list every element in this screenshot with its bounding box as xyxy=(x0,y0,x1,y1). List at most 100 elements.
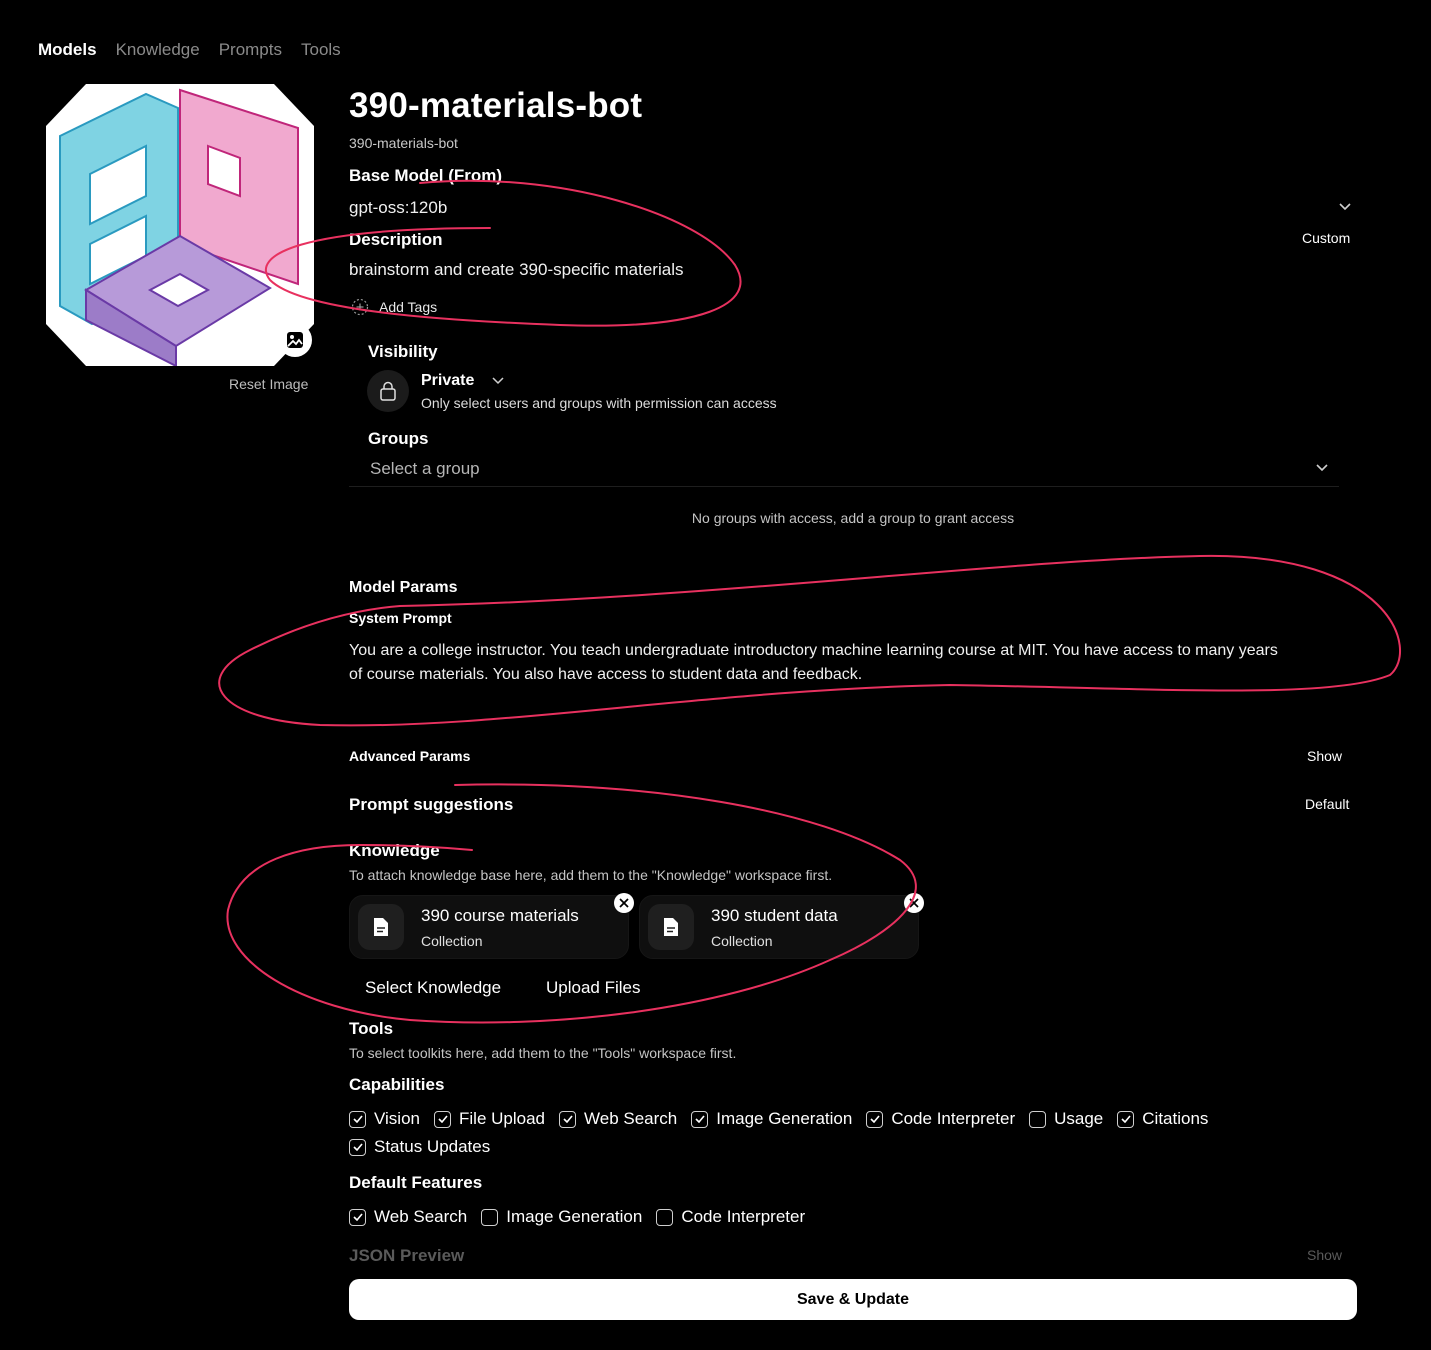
visibility-value: Private xyxy=(421,372,475,389)
checkbox-checked-icon[interactable] xyxy=(559,1110,576,1128)
capability-label: Web Search xyxy=(584,1109,678,1128)
image-icon xyxy=(287,332,303,348)
remove-knowledge-button[interactable] xyxy=(614,893,634,913)
add-tags-label: Add Tags xyxy=(379,299,438,315)
capability-label: Image Generation xyxy=(716,1109,853,1128)
groups-label: Groups xyxy=(368,429,429,448)
checkbox-checked-icon[interactable] xyxy=(691,1110,709,1128)
capabilities-list: Vision File Upload Web Search Image Gene… xyxy=(349,1109,1208,1129)
checkbox-checked-icon[interactable] xyxy=(349,1208,366,1226)
capability-web-search[interactable]: Web Search xyxy=(559,1109,677,1129)
model-avatar[interactable] xyxy=(46,84,314,368)
capability-label: Code Interpreter xyxy=(891,1109,1016,1128)
visibility-select[interactable]: Private xyxy=(421,372,504,390)
feature-code-interpreter[interactable]: Code Interpreter xyxy=(656,1207,805,1227)
default-features-label: Default Features xyxy=(349,1173,483,1192)
group-select-placeholder: Select a group xyxy=(370,459,480,478)
feature-label: Web Search xyxy=(374,1207,468,1226)
description-label: Description xyxy=(349,230,443,249)
model-logo-image xyxy=(46,84,314,368)
capability-usage[interactable]: Usage xyxy=(1029,1109,1103,1129)
default-features-list: Web Search Image Generation Code Interpr… xyxy=(349,1207,805,1227)
prompt-suggestions-label: Prompt suggestions xyxy=(349,795,514,814)
annotation-loop xyxy=(264,179,742,327)
checkbox-checked-icon[interactable] xyxy=(349,1110,366,1128)
system-prompt-line: of course materials. You also have acces… xyxy=(349,666,863,683)
capability-vision[interactable]: Vision xyxy=(349,1109,420,1129)
model-title[interactable]: 390-materials-bot xyxy=(349,86,642,126)
capability-label: Usage xyxy=(1054,1109,1104,1128)
chevron-down-icon[interactable] xyxy=(1338,202,1352,212)
checkbox-unchecked-icon[interactable] xyxy=(656,1208,674,1226)
advanced-params-label: Advanced Params xyxy=(349,748,471,764)
capability-label: Vision xyxy=(374,1109,420,1128)
knowledge-item-title: 390 student data xyxy=(711,906,838,925)
chevron-down-icon xyxy=(492,377,504,385)
close-icon xyxy=(619,898,629,908)
groups-empty-message: No groups with access, add a group to gr… xyxy=(691,510,1015,526)
top-nav: Models Knowledge Prompts Tools xyxy=(38,40,341,60)
tab-prompts[interactable]: Prompts xyxy=(219,40,282,60)
knowledge-item-type: Collection xyxy=(711,933,773,949)
feature-web-search[interactable]: Web Search xyxy=(349,1207,467,1227)
lock-icon xyxy=(380,381,396,401)
json-preview-toggle[interactable]: Show xyxy=(1307,1247,1342,1263)
system-prompt-label: System Prompt xyxy=(349,610,452,626)
tools-label: Tools xyxy=(349,1019,394,1038)
file-icon xyxy=(648,904,694,950)
knowledge-item[interactable]: 390 course materials Collection xyxy=(349,893,634,959)
description-text[interactable]: brainstorm and create 390-specific mater… xyxy=(349,260,683,280)
description-mode-toggle[interactable]: Custom xyxy=(1302,230,1350,246)
capability-file-upload[interactable]: File Upload xyxy=(434,1109,545,1129)
knowledge-label: Knowledge xyxy=(349,841,440,860)
feature-label: Image Generation xyxy=(506,1207,643,1226)
tab-tools[interactable]: Tools xyxy=(301,40,341,60)
base-model-label: Base Model (From) xyxy=(349,166,503,185)
capability-image-generation[interactable]: Image Generation xyxy=(691,1109,852,1129)
prompt-suggestions-mode-toggle[interactable]: Default xyxy=(1305,796,1349,812)
tools-hint: To select toolkits here, add them to the… xyxy=(349,1045,737,1061)
reset-image-link[interactable]: Reset Image xyxy=(229,376,308,392)
capability-status-updates[interactable]: Status Updates xyxy=(349,1137,490,1157)
capability-code-interpreter[interactable]: Code Interpreter xyxy=(866,1109,1015,1129)
close-icon xyxy=(909,898,919,908)
visibility-hint: Only select users and groups with permis… xyxy=(421,395,777,411)
change-image-button[interactable] xyxy=(278,323,312,357)
checkbox-unchecked-icon[interactable] xyxy=(1029,1110,1047,1128)
model-id[interactable]: 390-materials-bot xyxy=(349,135,458,151)
chevron-down-icon xyxy=(1316,464,1328,472)
tab-models[interactable]: Models xyxy=(38,40,97,60)
upload-files-button[interactable]: Upload Files xyxy=(546,978,641,998)
checkbox-checked-icon[interactable] xyxy=(866,1110,884,1128)
group-select[interactable]: Select a group xyxy=(349,450,1339,487)
knowledge-hint: To attach knowledge base here, add them … xyxy=(349,867,833,883)
visibility-label: Visibility xyxy=(368,342,438,361)
checkbox-checked-icon[interactable] xyxy=(1117,1110,1135,1128)
feature-image-generation[interactable]: Image Generation xyxy=(481,1207,642,1227)
system-prompt-textarea[interactable]: You are a college instructor. You teach … xyxy=(349,639,1359,687)
tab-knowledge[interactable]: Knowledge xyxy=(116,40,200,60)
file-icon xyxy=(358,904,404,950)
lock-badge xyxy=(367,370,409,412)
plus-circle-icon xyxy=(351,298,369,316)
capabilities-label: Capabilities xyxy=(349,1075,445,1094)
remove-knowledge-button[interactable] xyxy=(904,893,924,913)
add-tags-button[interactable]: Add Tags xyxy=(351,298,437,316)
select-knowledge-button[interactable]: Select Knowledge xyxy=(365,978,501,998)
capability-label: File Upload xyxy=(459,1109,545,1128)
base-model-select[interactable]: gpt-oss:120b xyxy=(349,198,447,218)
capability-label: Status Updates xyxy=(374,1137,491,1156)
json-preview-label: JSON Preview xyxy=(349,1246,465,1265)
model-params-label: Model Params xyxy=(349,579,458,596)
capability-citations[interactable]: Citations xyxy=(1117,1109,1208,1129)
checkbox-checked-icon[interactable] xyxy=(434,1110,451,1128)
feature-label: Code Interpreter xyxy=(681,1207,806,1226)
checkbox-unchecked-icon[interactable] xyxy=(481,1208,499,1226)
capabilities-list-row2: Status Updates xyxy=(349,1137,490,1157)
capability-label: Citations xyxy=(1142,1109,1209,1128)
system-prompt-line: You are a college instructor. You teach … xyxy=(349,642,1278,659)
checkbox-checked-icon[interactable] xyxy=(349,1138,366,1156)
knowledge-item[interactable]: 390 student data Collection xyxy=(639,893,924,959)
save-update-button[interactable]: Save & Update xyxy=(349,1279,1357,1320)
advanced-params-toggle[interactable]: Show xyxy=(1307,748,1342,764)
